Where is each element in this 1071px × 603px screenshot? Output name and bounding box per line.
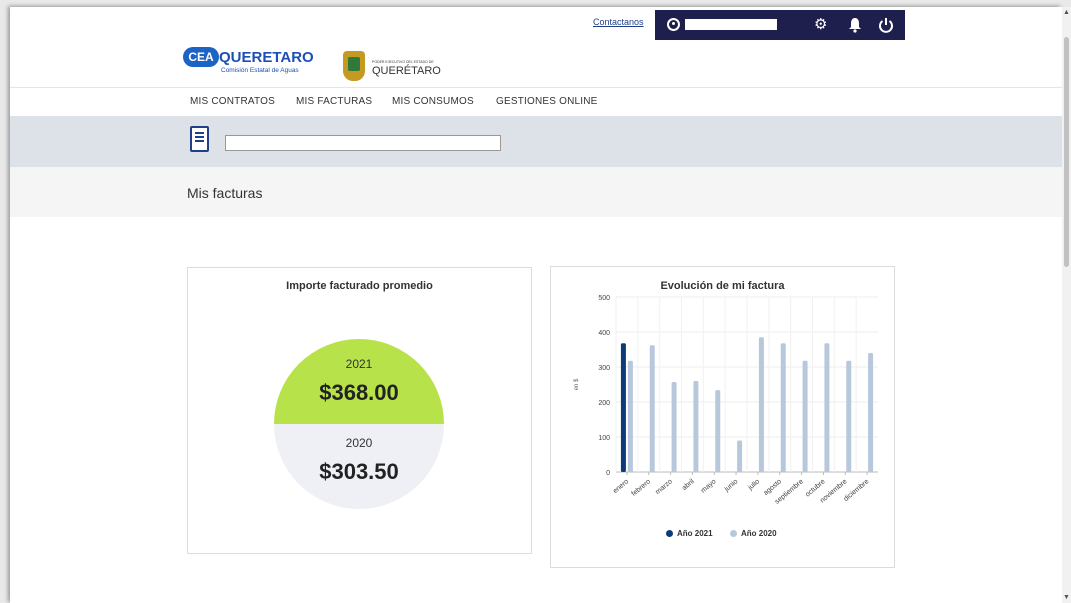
y-tick-label: 300 bbox=[598, 365, 610, 372]
legend-2021[interactable]: Año 2021 bbox=[666, 529, 713, 538]
scroll-down-icon[interactable]: ▼ bbox=[1063, 594, 1070, 601]
vertical-scrollbar[interactable]: ▲ ▼ bbox=[1062, 7, 1071, 603]
x-tick-label: abril bbox=[681, 478, 696, 492]
y-tick-label: 400 bbox=[598, 330, 610, 337]
bar-2020-septiembre bbox=[802, 360, 808, 472]
bar-2020-abril bbox=[693, 381, 699, 472]
x-tick-label: mayo bbox=[700, 478, 718, 494]
legend-dot-2020 bbox=[730, 530, 737, 537]
bar-2020-diciembre bbox=[868, 353, 874, 472]
scroll-up-icon[interactable]: ▲ bbox=[1063, 9, 1070, 16]
bar-2020-febrero bbox=[649, 345, 655, 472]
x-tick-label: julio bbox=[746, 478, 761, 492]
x-tick-label: febrero bbox=[631, 478, 653, 498]
x-tick-label: enero bbox=[612, 478, 630, 495]
legend-label-2021: Año 2021 bbox=[677, 529, 713, 538]
evolution-bar-chart: 0 100 200 300 400 500 en $ enero febrero marzo abr… bbox=[574, 295, 878, 506]
y-tick-label: 500 bbox=[598, 295, 610, 302]
bar-2020-marzo bbox=[671, 382, 677, 472]
bar-2020-enero bbox=[627, 360, 633, 472]
bar-2020-octubre bbox=[824, 343, 830, 472]
legend-2020[interactable]: Año 2020 bbox=[730, 529, 777, 538]
y-tick-label: 200 bbox=[598, 400, 610, 407]
browser-viewport: Contactanos ⚙ CEA QUERETARO Comisión Est… bbox=[10, 7, 1062, 603]
x-tick-label: junio bbox=[723, 478, 740, 494]
legend-label-2020: Año 2020 bbox=[741, 529, 777, 538]
bar-2020-julio bbox=[758, 337, 764, 472]
bar-2020-noviembre bbox=[846, 360, 852, 472]
x-tick-label: marzo bbox=[654, 478, 673, 496]
y-tick-label: 100 bbox=[598, 435, 610, 442]
y-tick-label: 0 bbox=[606, 470, 610, 477]
scroll-thumb[interactable] bbox=[1064, 37, 1069, 267]
legend-dot-2021 bbox=[666, 530, 673, 537]
bar-2020-mayo bbox=[715, 390, 721, 472]
bar-2020-junio bbox=[737, 440, 743, 472]
bar-2020-agosto bbox=[780, 343, 786, 472]
y-axis-label: en $ bbox=[574, 378, 580, 390]
bar-2021-enero bbox=[620, 343, 626, 472]
